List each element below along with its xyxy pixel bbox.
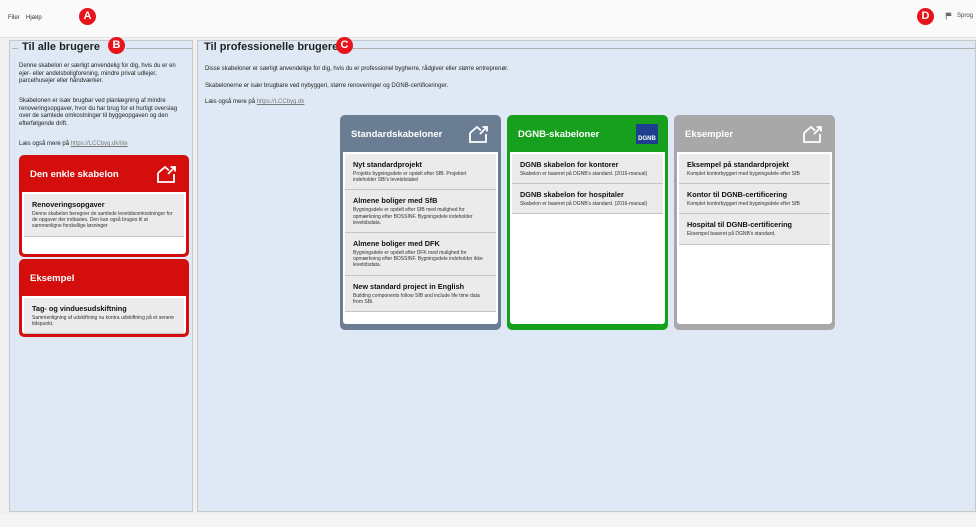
template-title: Almene boliger med SfB [353, 196, 438, 206]
template-renovation[interactable]: Renoveringsopgaver Denne skabelon beregn… [24, 194, 184, 237]
menu-file[interactable]: Filer [8, 15, 20, 21]
template-roof-windows[interactable]: Tag- og vinduesudskiftning Sammenligning… [24, 298, 184, 335]
status-bar [0, 514, 976, 527]
template-dgnb-offices[interactable]: DGNB skabelon for kontorer Skabelon er b… [512, 154, 663, 185]
card-title: Eksempel [30, 273, 75, 284]
menu-bar: Filer Hjælp A D Sprog [0, 0, 976, 38]
read-more-line: Læs også mere på https://LCCbyg.dk [205, 99, 905, 107]
card-body: Nyt standardprojekt Projekts bygningsdel… [343, 152, 498, 324]
card-body: Eksempel på standardprojekt Komplet kont… [677, 152, 832, 324]
card-simple-template: Den enkle skabelon Renoveringsopgaver De… [19, 155, 189, 257]
home-upgrade-icon [803, 125, 822, 143]
card-title: Eksempler [685, 129, 734, 140]
template-desc: Bygningsdele er opdelt efter DFK med mul… [353, 250, 483, 269]
language-label: Sprog [957, 13, 974, 19]
dgnb-logo-icon: DGNB [636, 124, 658, 144]
panel-title-professional-users: Til professionelle brugere [201, 41, 342, 53]
annotation-marker-b: B [108, 37, 125, 54]
intro-text: Denne skabelon er særligt anvendelig for… [19, 63, 176, 85]
annotation-marker-c: C [336, 37, 353, 54]
card-header: Den enkle skabelon [22, 158, 186, 192]
panel-frame-line [126, 48, 192, 49]
template-desc: Denne skabelon beregner de samlede levet… [32, 211, 173, 230]
home-upgrade-icon [157, 165, 176, 183]
template-desc: Komplet kontorbyggeri med bygningsdele e… [687, 201, 800, 208]
annotation-marker-d: D [917, 8, 934, 25]
intro-text: Skabelonen er især brugbar ved planlægni… [19, 98, 178, 127]
card-header: Standardskabeloner [343, 118, 498, 152]
example-office-dgnb[interactable]: Kontor til DGNB-certificering Komplet ko… [679, 184, 830, 215]
template-desc: Sammenligning af udskiftning nu kontra u… [32, 315, 175, 328]
template-desc: Skabelon er baseret på DGNB's standard. … [520, 171, 648, 177]
panel-frame-line [12, 48, 18, 49]
template-title: Renoveringsopgaver [32, 200, 105, 209]
example-hospital-dgnb[interactable]: Hospital til DGNB-certificering Eksempel… [679, 214, 830, 245]
read-more-label: Læs også mere på [205, 99, 256, 105]
read-more-line: Læs også mere på https://LCCbyg.dk/lite [19, 141, 185, 149]
card-header: Eksempel [22, 262, 186, 296]
template-desc: Skabelon er baseret på DGNB's standard. … [520, 201, 648, 208]
template-title: Nyt standardprojekt [353, 160, 422, 169]
card-body: Tag- og vinduesudskiftning Sammenligning… [22, 296, 186, 335]
read-more-label: Læs også mere på [19, 141, 70, 147]
flag-icon [945, 12, 952, 20]
panel-professional-users: Til professionelle brugere C Disse skabe… [197, 37, 976, 512]
annotation-marker-a: A [79, 8, 96, 25]
template-dgnb-hospitals[interactable]: DGNB skabelon for hospitaler Skabelon er… [512, 184, 663, 215]
template-desc: Komplet kontorbyggeri med bygningsdele e… [687, 171, 800, 177]
intro-text: Skabelonerne er især brugbare ved nybygg… [205, 83, 449, 89]
home-upgrade-icon [469, 125, 488, 143]
card-title: Standardskabeloner [351, 129, 443, 140]
intro-text: Disse skabeloner er særligt anvendelige … [205, 66, 509, 72]
template-title: Almene boliger med DFK [353, 239, 440, 249]
card-body: Renoveringsopgaver Denne skabelon beregn… [22, 192, 186, 254]
template-social-housing-sfb[interactable]: Almene boliger med SfB Bygningsdele er o… [345, 190, 496, 234]
card-header: DGNB-skabeloner DGNB [510, 118, 665, 152]
card-header: Eksempler [677, 118, 832, 152]
template-title: DGNB skabelon for hospitaler [520, 190, 624, 200]
template-title: Tag- og vinduesudskiftning [32, 304, 127, 313]
template-title: Eksempel på standardprojekt [687, 160, 789, 169]
panel-title-all-users: Til alle brugere [19, 41, 104, 53]
lite-link[interactable]: https://LCCbyg.dk/lite [71, 141, 128, 147]
template-new-standard-project[interactable]: Nyt standardprojekt Projekts bygningsdel… [345, 154, 496, 191]
template-title: Hospital til DGNB-certificering [687, 220, 793, 230]
menu-help[interactable]: Hjælp [26, 15, 42, 21]
lccbyg-link[interactable]: https://LCCbyg.dk [257, 99, 305, 105]
template-desc: Projekts bygningsdele er opdelt efter Sf… [353, 171, 467, 184]
template-desc: Building components follow SfB and inclu… [353, 292, 480, 305]
panel-frame-line [352, 48, 975, 49]
template-title: DGNB skabelon for kontorer [520, 160, 619, 169]
card-body: DGNB skabelon for kontorer Skabelon er b… [510, 152, 665, 324]
template-title: New standard project in English [353, 281, 465, 291]
template-english-standard[interactable]: New standard project in English Building… [345, 275, 496, 313]
card-dgnb-templates: DGNB-skabeloner DGNB DGNB skabelon for k… [507, 115, 668, 330]
card-example: Eksempel Tag- og vinduesudskiftning Samm… [19, 259, 189, 337]
panel-all-users: Til alle brugere B Denne skabelon er sær… [9, 37, 193, 512]
template-desc: Eksempel baseret på DGNB's standard. [687, 231, 776, 238]
example-standard-project[interactable]: Eksempel på standardprojekt Komplet kont… [679, 154, 830, 185]
language-selector[interactable]: Sprog [945, 12, 973, 20]
template-desc: Bygningsdele er opdelt efter SfB med mul… [353, 207, 473, 226]
template-social-housing-dfk[interactable]: Almene boliger med DFK Bygningsdele er o… [345, 233, 496, 276]
card-title: DGNB-skabeloner [518, 129, 600, 140]
card-examples: Eksempler Eksempel på standardprojekt Ko… [674, 115, 835, 330]
card-standard-templates: Standardskabeloner Nyt standardprojekt P… [340, 115, 501, 330]
card-title: Den enkle skabelon [30, 169, 119, 180]
template-title: Kontor til DGNB-certificering [687, 190, 788, 200]
